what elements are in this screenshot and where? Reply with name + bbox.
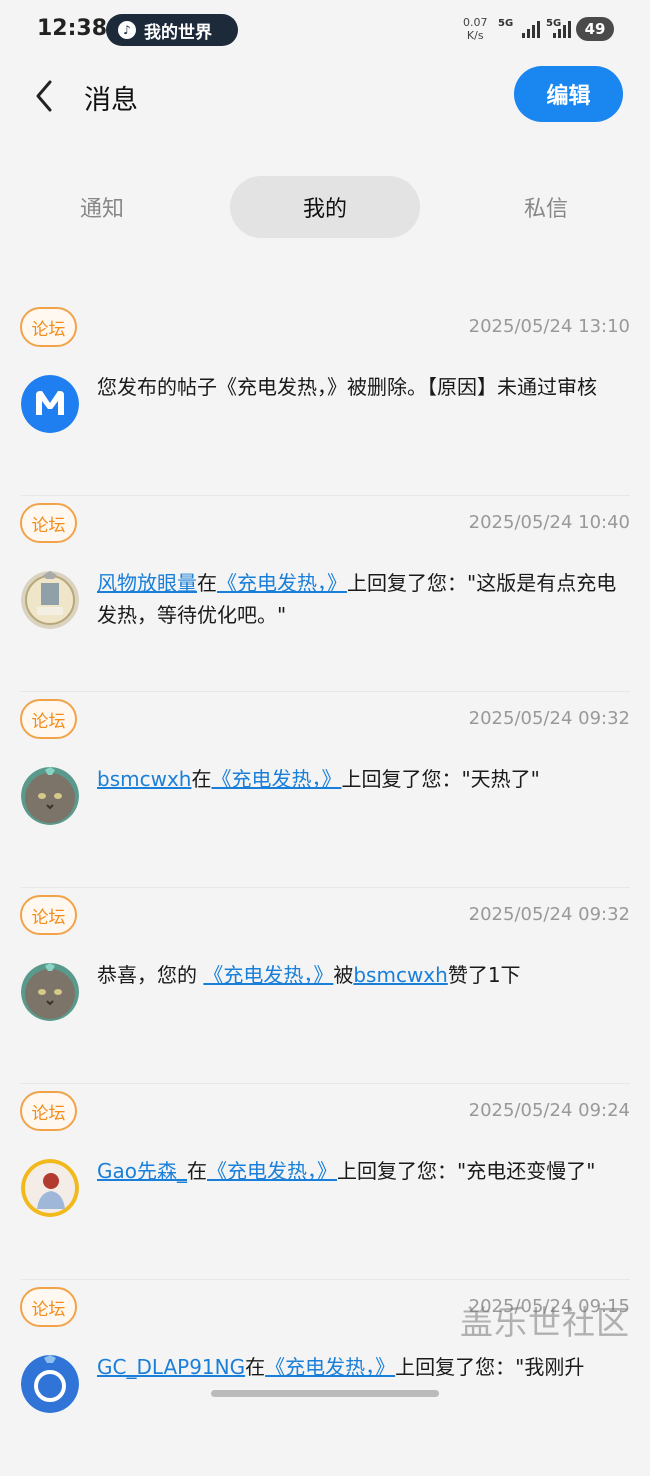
list-item[interactable]: 论坛 2025/05/24 10:40 风物放眼量在《充电发热，》上回复了您："… xyxy=(20,496,630,692)
music-note-icon: ♪ xyxy=(118,21,136,39)
timestamp: 2025/05/24 10:40 xyxy=(468,512,630,533)
post-link[interactable]: 《充电发热，》 xyxy=(207,1159,337,1183)
system-avatar xyxy=(21,375,79,433)
message-text: Gao先森_在《充电发热，》上回复了您："充电还变慢了" xyxy=(97,1155,632,1187)
timestamp: 2025/05/24 09:32 xyxy=(468,904,630,925)
message-text: 您发布的帖子《充电发热，》被删除。【原因】未通过审核 xyxy=(97,375,597,399)
person-avatar-icon xyxy=(21,1159,79,1217)
message-text: bsmcwxh在《充电发热，》上回复了您："天热了" xyxy=(97,763,632,795)
forum-badge: 论坛 xyxy=(20,1091,77,1131)
message-text: 风物放眼量在《充电发热，》上回复了您："这版是有点充电发热，等待优化吧。" xyxy=(97,567,632,631)
tab-mine[interactable]: 我的 xyxy=(230,176,420,238)
text-in: 在 xyxy=(197,571,217,595)
forum-badge: 论坛 xyxy=(20,699,77,739)
chevron-left-icon xyxy=(36,80,52,112)
user-avatar[interactable] xyxy=(21,571,79,629)
text-in: 在 xyxy=(191,767,212,791)
header: 消息 编辑 xyxy=(0,60,650,132)
user-avatar[interactable] xyxy=(21,1355,79,1413)
user-link[interactable]: 风物放眼量 xyxy=(97,571,197,595)
text-in: 在 xyxy=(187,1159,207,1183)
message-text: 恭喜，您的 《充电发热，》被bsmcwxh赞了1下 xyxy=(97,959,632,991)
user-link[interactable]: GC_DLAP91NG xyxy=(97,1355,245,1379)
signal-icon xyxy=(522,20,540,38)
tab-private-messages[interactable]: 私信 xyxy=(456,176,636,238)
forum-badge: 论坛 xyxy=(20,1287,77,1327)
music-label: 我的世界 xyxy=(144,22,212,43)
back-button[interactable] xyxy=(28,76,64,116)
tab-notifications[interactable]: 通知 xyxy=(12,176,192,238)
net-speed: 0.07 K/s xyxy=(463,16,488,42)
text-in: 在 xyxy=(245,1355,266,1379)
timestamp: 2025/05/24 09:24 xyxy=(468,1100,630,1121)
user-link[interactable]: bsmcwxh xyxy=(353,963,447,987)
timestamp: 2025/05/24 13:10 xyxy=(468,316,630,337)
net-speed-unit: K/s xyxy=(466,29,484,42)
post-link[interactable]: 《充电发热，》 xyxy=(203,963,333,987)
user-avatar[interactable] xyxy=(21,767,79,825)
cat-avatar-icon xyxy=(21,963,79,1021)
blue-avatar-icon xyxy=(21,1355,79,1413)
text-tail: 赞了1下 xyxy=(447,963,521,987)
forum-badge: 论坛 xyxy=(20,503,77,543)
post-link[interactable]: 《充电发热，》 xyxy=(217,571,347,595)
signal-icon-2 xyxy=(553,20,571,38)
edit-button[interactable]: 编辑 xyxy=(514,66,623,122)
members-logo-icon xyxy=(21,375,79,433)
page-title: 消息 xyxy=(84,85,138,116)
post-link[interactable]: 《充电发热，》 xyxy=(265,1355,395,1379)
user-avatar[interactable] xyxy=(21,1159,79,1217)
network-type-1: 5G xyxy=(498,18,514,29)
battery-icon: 49 xyxy=(576,17,614,41)
user-link[interactable]: Gao先森_ xyxy=(97,1159,187,1183)
status-bar: 12:38 ♪ 我的世界 0.07 K/s 5G 5G 49 xyxy=(0,0,650,60)
list-item[interactable]: 论坛 2025/05/24 09:24 Gao先森_在《充电发热，》上回复了您：… xyxy=(20,1084,630,1280)
tab-bar: 通知 我的 私信 xyxy=(0,176,650,238)
watermark: 盖乐世社区 xyxy=(460,1303,630,1342)
cat-avatar-icon xyxy=(21,767,79,825)
user-avatar[interactable] xyxy=(21,963,79,1021)
clock: 12:38 xyxy=(37,16,108,41)
text-tail: 上回复了您："我刚升 xyxy=(395,1355,585,1379)
forum-badge: 论坛 xyxy=(20,307,77,347)
timestamp: 2025/05/24 09:32 xyxy=(468,708,630,729)
forum-badge: 论坛 xyxy=(20,895,77,935)
text-by: 被 xyxy=(333,963,354,987)
avatar-image-icon xyxy=(21,571,79,629)
home-indicator[interactable] xyxy=(211,1390,439,1397)
post-link[interactable]: 《充电发热，》 xyxy=(211,767,341,791)
music-pill[interactable]: ♪ 我的世界 xyxy=(106,14,238,46)
net-speed-value: 0.07 xyxy=(463,16,488,29)
list-item[interactable]: 论坛 2025/05/24 13:10 您发布的帖子《充电发热，》被删除。【原因… xyxy=(20,300,630,496)
text-pre: 恭喜，您的 xyxy=(97,963,197,987)
text-tail: 上回复了您："天热了" xyxy=(341,767,540,791)
list-item[interactable]: 论坛 2025/05/24 09:32 恭喜，您的 《充电发热，》被bsmcwx… xyxy=(20,888,630,1084)
text-tail: 上回复了您："充电还变慢了" xyxy=(337,1159,596,1183)
user-link[interactable]: bsmcwxh xyxy=(97,767,191,791)
list-item[interactable]: 论坛 2025/05/24 09:32 bsmcwxh在《充电发热，》上回复了您… xyxy=(20,692,630,888)
message-text: GC_DLAP91NG在《充电发热，》上回复了您："我刚升 xyxy=(97,1351,632,1383)
